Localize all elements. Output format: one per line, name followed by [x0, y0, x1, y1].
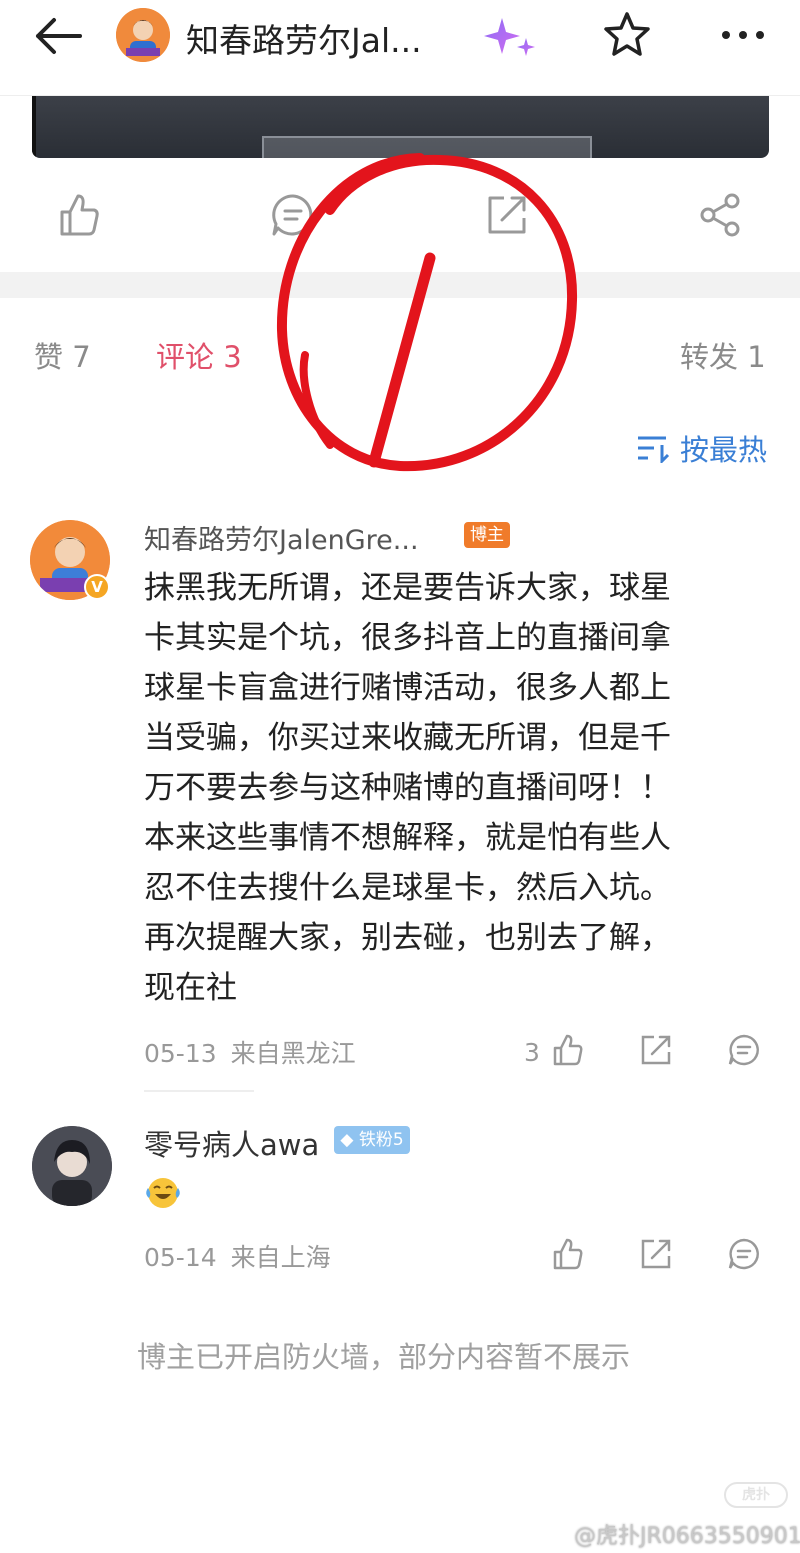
tab-reposts[interactable]: 转发 1 — [680, 334, 766, 376]
comment-line: 卡其实是个坑，很多抖音上的直播间拿 — [144, 620, 671, 656]
comment-meta: 05-13 来自黑龙江 — [144, 1034, 356, 1070]
fan-badge-label: 铁粉5 — [358, 1130, 404, 1150]
comment-author[interactable]: 零号病人awa — [144, 1122, 319, 1164]
sort-label: 按最热 — [680, 433, 768, 467]
comment-meta: 05-14 来自上海 — [144, 1238, 331, 1274]
watermark-text: @虎扑JR0663550901 — [574, 1524, 800, 1549]
star-icon[interactable] — [602, 10, 652, 58]
page-title[interactable]: 知春路劳尔Jal... — [186, 14, 422, 62]
verified-badge: V — [84, 574, 110, 600]
blogger-badge: 博主 — [464, 522, 510, 548]
fan-badge: ◆ 铁粉5 — [334, 1126, 410, 1154]
avatar[interactable] — [32, 1126, 112, 1206]
comment-author[interactable]: 知春路劳尔JalenGre... — [144, 518, 419, 557]
comment-date: 05-14 — [144, 1243, 217, 1272]
post-action-row — [0, 180, 800, 255]
comment-line: 当受骗，你买过来收藏无所谓，但是千 — [144, 720, 671, 756]
author-avatar[interactable] — [116, 8, 170, 62]
more-icon[interactable] — [718, 20, 768, 50]
comment-divider — [144, 1090, 254, 1092]
comment-line: 球星卡盲盒进行赌博活动，很多人都上 — [144, 670, 671, 706]
comment-location: 来自上海 — [230, 1243, 331, 1272]
repost-icon[interactable] — [638, 1236, 674, 1272]
back-arrow-icon[interactable] — [30, 16, 86, 56]
tab-likes[interactable]: 赞 7 — [34, 334, 91, 376]
comment-location: 来自黑龙江 — [230, 1039, 356, 1068]
top-bar: 知春路劳尔Jal... — [0, 0, 800, 96]
image-edge — [32, 96, 36, 158]
comment-line: 忍不住去搜什么是球星卡，然后入坑。 — [144, 870, 671, 906]
comment-line: 再次提醒大家，别去碰，也别去了解， — [144, 920, 671, 956]
watermark-logo: 虎扑 — [724, 1482, 788, 1508]
repost-icon[interactable] — [638, 1032, 674, 1068]
sort-by-hot-button[interactable]: 按最热 — [636, 428, 767, 468]
sort-icon — [638, 436, 670, 463]
comment-line: 万不要去参与这种赌博的直播间呀！！ — [144, 770, 671, 806]
tab-comments[interactable]: 评论 3 — [156, 334, 242, 376]
share-icon[interactable] — [696, 190, 746, 240]
thumbs-up-icon[interactable] — [550, 1236, 586, 1272]
thumbs-up-icon[interactable] — [550, 1032, 586, 1068]
thumbs-up-icon[interactable] — [54, 190, 104, 240]
comment-line: 抹黑我无所谓，还是要告诉大家，球星 — [144, 570, 671, 606]
comment-text[interactable]: 抹黑我无所谓，还是要告诉大家，球星 卡其实是个坑，很多抖音上的直播间拿 球星卡盲… — [144, 563, 764, 1013]
sparkle-icon[interactable] — [484, 12, 540, 60]
firewall-notice: 博主已开启防火墙，部分内容暂不展示 — [137, 1340, 631, 1374]
comment-icon[interactable] — [726, 1032, 762, 1068]
laugh-cry-emoji-icon — [146, 1178, 180, 1208]
comment-date: 05-13 — [144, 1039, 217, 1068]
repost-icon[interactable] — [482, 190, 532, 240]
section-divider — [0, 272, 800, 298]
post-image[interactable] — [32, 96, 769, 158]
image-detail — [262, 136, 592, 158]
comment-line: 现在社 — [144, 970, 237, 1006]
comment-line: 本来这些事情不想解释，就是怕有些人 — [144, 820, 671, 856]
comment-like-count: 3 — [524, 1038, 540, 1067]
comment-icon[interactable] — [726, 1236, 762, 1272]
comment-icon[interactable] — [268, 190, 318, 240]
